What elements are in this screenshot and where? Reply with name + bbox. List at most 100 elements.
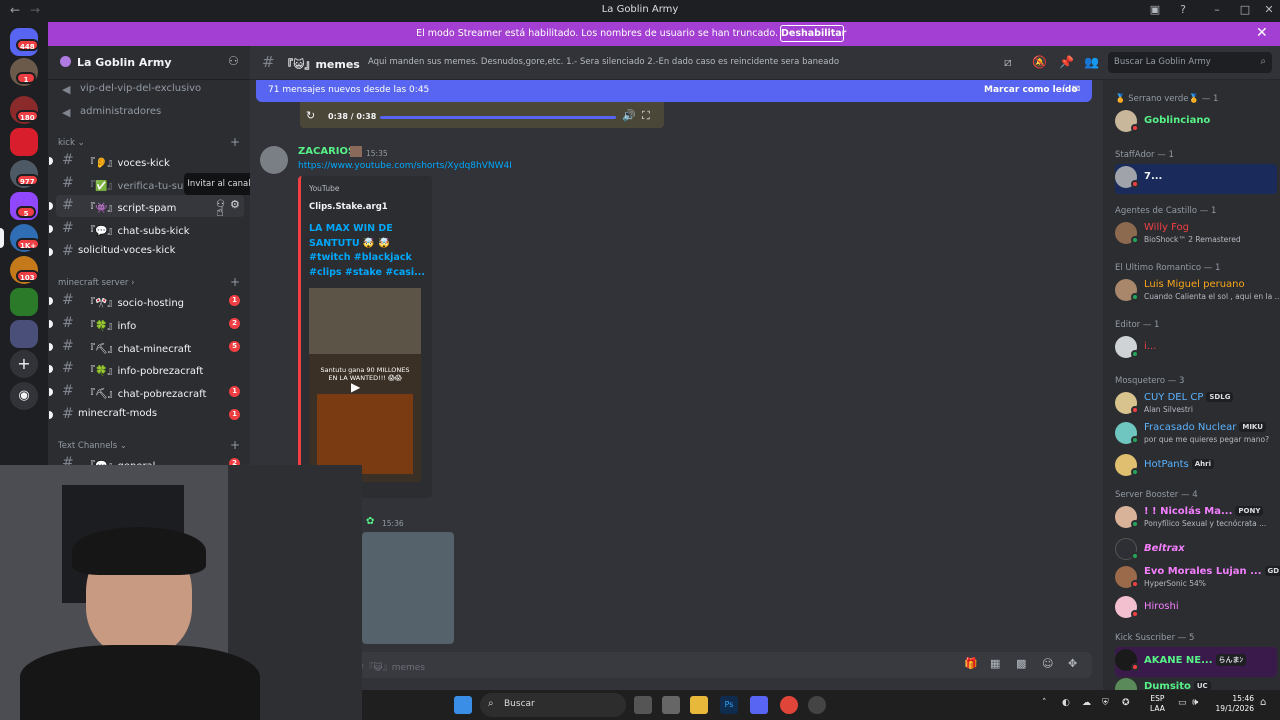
avatar[interactable] [260,146,288,174]
member-item[interactable]: Willy Fog BioShock™ 2 Remastered [1115,220,1277,250]
member-item[interactable]: Luis Miguel peruano Cuando Calienta el s… [1115,277,1280,307]
task-view-icon[interactable] [634,696,652,714]
webcam-overlay [0,465,362,720]
tray-icon[interactable]: ◐ [1062,698,1070,708]
chevron-up-icon[interactable]: ˄ [1042,698,1047,708]
server-icon[interactable] [10,288,38,316]
sticker-icon[interactable]: ▩ [1016,657,1026,670]
channel-item[interactable]: # 『🍀』info-pobrezacraft [49,358,244,380]
image-attachment[interactable] [362,532,454,644]
channel-topic[interactable]: Aqui manden sus memes. Desnudos,gore,etc… [368,57,839,67]
maximize-icon[interactable]: □ [1236,3,1254,19]
member-activity: por que me quieres pegar mano? [1144,435,1270,444]
member-item[interactable]: 7... [1115,164,1277,194]
replay-icon[interactable]: ↻ [306,109,315,122]
embed-title[interactable]: LA MAX WIN DE SANTUTU 🤯 🤯 #twitch #black… [309,222,433,280]
add-channel-icon[interactable]: + [230,275,240,289]
help-icon[interactable]: ? [1174,3,1192,19]
server-header[interactable]: La Goblin Army ⌄ ⚇ [48,46,250,80]
notification-bell-icon[interactable]: 🔕 [1032,55,1047,69]
volume-icon[interactable]: 🔊 [622,109,636,122]
member-item[interactable]: i... [1115,334,1277,364]
close-icon[interactable]: ✕ [1256,25,1268,41]
voice-channel[interactable]: ◀ vip-del-vip-del-exclusivo [56,79,244,101]
member-item[interactable]: AKANE NE... らんまﾝ [1115,647,1277,677]
member-item[interactable]: HotPants Ahri [1115,452,1277,482]
server-icon[interactable] [10,320,38,348]
category-text-channels[interactable]: Text Channels ⌄ [58,441,127,451]
add-channel-icon[interactable]: + [230,438,240,452]
photoshop-icon[interactable]: Ps [720,696,738,714]
embed-thumbnail[interactable]: Santutu gana 90 MILLONES EN LA WANTED!!!… [309,288,421,482]
members-icon[interactable]: 👥 [1084,55,1099,69]
close-window-icon[interactable]: ✕ [1260,3,1278,19]
chrome-icon[interactable] [780,696,798,714]
channel-item[interactable]: # solicitud-voces-kick [49,241,244,263]
channel-item[interactable]: # 『⛏』chat-minecraft 5 [49,336,244,358]
fullscreen-icon[interactable]: ⛶ [642,109,650,123]
apps-icon[interactable]: ✥ [1068,657,1077,670]
member-item[interactable]: CUY DEL CP SDLG Alan Silvestri [1115,390,1277,420]
new-messages-text: 71 mensajes nuevos desde las 0:45 [268,85,430,95]
channel-item[interactable]: # minecraft-mods 1 [49,404,244,426]
message-time: 15:36 [382,519,404,528]
member-item[interactable]: Fracasado Nuclear MIKU por que me quieres… [1115,420,1277,450]
explore-icon[interactable]: ◉ [10,382,38,410]
app-icon[interactable] [808,696,826,714]
mark-read-button[interactable]: Marcar como leído [984,85,1078,95]
channel-item[interactable]: # 『🎌』socio-hosting 1 [49,290,244,312]
server-icon[interactable] [10,128,38,156]
progress-bar[interactable] [380,116,616,119]
language-indicator[interactable]: ESP LAA [1150,694,1165,714]
notification-icon[interactable]: ⌂ [1260,697,1266,708]
tray-icon[interactable]: ☁ [1082,698,1091,708]
member-item[interactable]: Goblinciano [1115,108,1277,138]
tray-icon[interactable]: ⛨ [1102,698,1109,708]
taskbar-search[interactable]: ⌕ Buscar [480,693,626,717]
embed-channel[interactable]: Clips.Stake.arg1 [309,202,388,212]
member-item[interactable]: Dumsito UC [1115,676,1277,690]
message-input[interactable]: Enviar mensaje a #『😺』memes 🎁 ▦ ▩ ☺ ✥ [262,652,1092,678]
channel-name: 『💬』chat-subs-kick [85,226,190,237]
video-player[interactable]: ↻ 0:38 / 0:38 🔊 ⛶ [300,98,664,128]
channel-item[interactable]: # 『⛏』chat-pobrezacraft 1 [49,381,244,403]
thumbnail-image [309,288,421,354]
gear-icon[interactable]: ⚙ [230,198,240,211]
discord-icon[interactable] [750,696,768,714]
member-item[interactable]: Hiroshi [1115,594,1277,624]
tray-icon[interactable]: ✪ [1122,698,1130,708]
invite-user-icon[interactable]: ⚇ [228,54,239,68]
windows-start-icon[interactable] [454,696,472,714]
member-item[interactable]: Beltrax [1115,536,1277,566]
file-explorer-icon[interactable] [690,696,708,714]
disable-streamer-button[interactable]: Deshabilitar [780,25,846,42]
channel-item[interactable]: # 『💬』chat-subs-kick [49,218,244,240]
play-icon[interactable]: ▶ [351,380,360,394]
message-author[interactable]: ZACARIOS [298,146,355,157]
search-input[interactable]: Buscar La Goblin Army ⌕ [1108,52,1272,73]
network-icon[interactable]: ▭ [1178,698,1187,708]
channel-item[interactable]: # 『👂』voces-kick [49,150,244,172]
app-icon[interactable] [662,696,680,714]
member-item[interactable]: ! ! Nicolás Ma... PONY Ponyfílico Sexual … [1115,504,1277,534]
inbox-icon[interactable]: ▣ [1146,3,1164,19]
add-server-icon[interactable]: + [10,350,38,378]
taskbar-clock[interactable]: 15:46 19/1/2026 [1210,694,1254,714]
message-link[interactable]: https://www.youtube.com/shorts/Xydq8hVNW… [298,161,512,171]
webcam-person-hair [72,527,206,575]
gift-icon[interactable]: 🎁 [964,657,978,670]
member-item[interactable]: Evo Morales Lujan ... GD HyperSonic 54% [1115,564,1280,594]
channel-item[interactable]: # 『🍀』info 2 [49,313,244,335]
new-messages-bar[interactable]: 71 mensajes nuevos desde las 0:45 Marcar… [256,80,1092,102]
avatar [1115,678,1137,690]
emoji-icon[interactable]: ☺ [1042,657,1053,670]
volume-icon[interactable]: 🕪 [1192,697,1198,708]
add-channel-icon[interactable]: + [230,135,240,149]
category-minecraft[interactable]: minecraft server › [58,278,135,288]
minimize-icon[interactable]: – [1208,3,1226,19]
threads-icon[interactable]: ⧄ [1004,55,1012,70]
category-kick[interactable]: kick ⌄ [58,138,85,148]
pin-icon[interactable]: 📌 [1059,55,1074,69]
gif-icon[interactable]: ▦ [990,657,1000,670]
voice-channel[interactable]: ◀ administradores [56,102,244,124]
